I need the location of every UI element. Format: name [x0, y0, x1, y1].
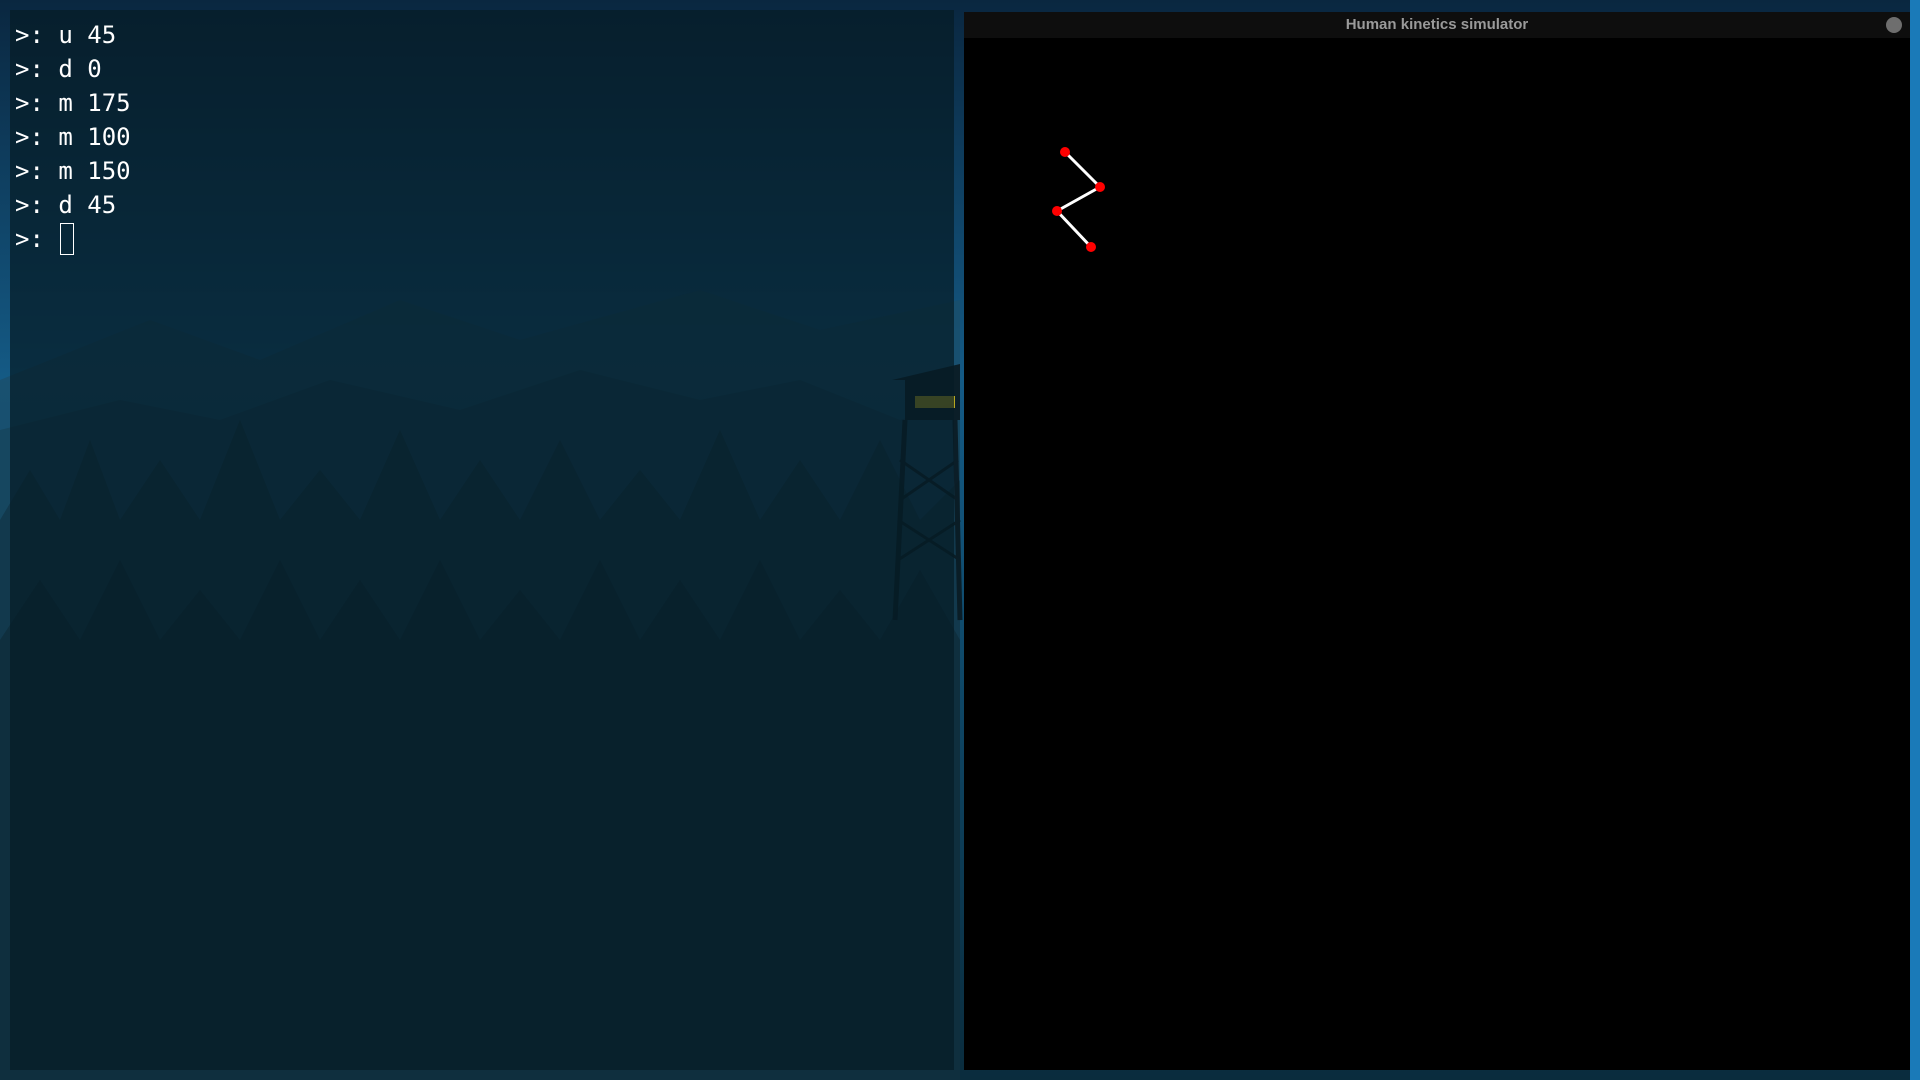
terminal-history-line: >: m 175 [15, 89, 131, 117]
terminal-history-line: >: m 100 [15, 123, 131, 151]
terminal-history-line: >: d 45 [15, 191, 117, 219]
figure-joint [1052, 206, 1062, 216]
figure-joint [1086, 242, 1096, 252]
simulator-title: Human kinetics simulator [1345, 16, 1529, 33]
figure-segment-3 [1055, 209, 1093, 249]
terminal-history-line: >: u 45 [15, 21, 117, 49]
simulator-canvas[interactable] [964, 38, 1910, 1070]
terminal-cursor [60, 223, 75, 255]
simulator-window[interactable]: Human kinetics simulator [964, 12, 1910, 1070]
figure-segment-2 [1055, 185, 1102, 213]
terminal-output: >: u 45 >: d 0 >: m 175 >: m 100 >: m 15… [15, 18, 131, 256]
terminal-window[interactable]: >: u 45 >: d 0 >: m 175 >: m 100 >: m 15… [10, 10, 954, 1070]
terminal-input-line[interactable]: >: [15, 222, 131, 256]
figure-segment-1 [1063, 150, 1102, 189]
figure-joint [1060, 147, 1070, 157]
figure-joint [1095, 182, 1105, 192]
close-dot-icon[interactable] [1886, 17, 1902, 33]
terminal-history-line: >: d 0 [15, 55, 102, 83]
simulator-titlebar[interactable]: Human kinetics simulator [964, 12, 1910, 38]
terminal-prompt: >: [15, 225, 59, 253]
desktop: >: u 45 >: d 0 >: m 175 >: m 100 >: m 15… [0, 0, 1920, 1080]
terminal-history-line: >: m 150 [15, 157, 131, 185]
